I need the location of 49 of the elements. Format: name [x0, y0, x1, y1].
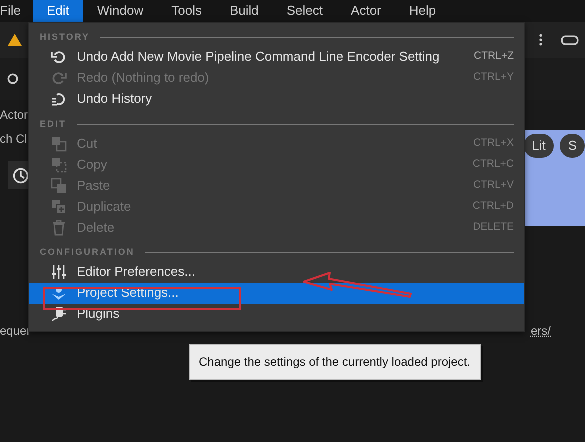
shortcut-label: CTRL+Y	[473, 70, 514, 86]
menu-item-label: Undo Add New Movie Pipeline Command Line Encoder Setting	[77, 48, 440, 66]
menu-bar-item[interactable]: Select	[272, 0, 338, 22]
copy-icon	[51, 156, 67, 172]
section-heading: CONFIGURATION	[40, 246, 135, 259]
view-chip[interactable]: S	[560, 134, 585, 158]
log-link[interactable]: ers/	[530, 322, 551, 340]
circle-icon	[6, 72, 20, 86]
trash-icon	[51, 220, 67, 236]
menu-bar-item[interactable]: Window	[83, 0, 158, 22]
duplicate-icon	[51, 198, 67, 214]
menu-item-label: Duplicate	[77, 198, 132, 216]
menu-bar-item[interactable]: Actor	[337, 0, 396, 22]
menu-item[interactable]: Undo History	[29, 88, 524, 110]
shortcut-label: DELETE	[473, 220, 514, 235]
shortcut-label: CTRL+V	[473, 178, 514, 193]
menu-item-label: Copy	[77, 156, 108, 174]
shortcut-label: CTRL+D	[472, 198, 514, 214]
menu-item-label: Redo (Nothing to redo)	[77, 69, 210, 88]
sliders-icon	[51, 264, 67, 280]
shortcut-label: CTRL+X	[473, 136, 514, 151]
undo-icon	[51, 49, 67, 65]
menu-bar-item[interactable]: Help	[395, 0, 450, 22]
log-text: equer	[0, 323, 31, 340]
cut-icon	[51, 136, 67, 152]
menu-item[interactable]: Editor Preferences...	[29, 262, 524, 282]
section-heading: HISTORY	[40, 31, 90, 44]
menu-bar-item[interactable]: Tools	[158, 0, 216, 22]
menu-item-label: Cut	[77, 134, 98, 153]
warning-icon	[6, 32, 24, 48]
menu-item[interactable]: Undo Add New Movie Pipeline Command Line Encoder Setting CTRL+Z	[29, 46, 524, 68]
menu-bar-item[interactable]: Build	[216, 0, 273, 22]
menu-item-label: Paste	[77, 176, 110, 195]
shortcut-label: CTRL+Z	[474, 49, 514, 64]
plug-icon	[51, 306, 67, 322]
menu-bar-item[interactable]: File	[0, 0, 33, 22]
menu-item-label: Editor Preferences...	[77, 263, 196, 282]
outliner-tab[interactable]: Actor	[0, 106, 28, 124]
shortcut-label: CTRL+C	[472, 156, 514, 172]
menu-item-label: Undo History	[77, 90, 152, 108]
paste-icon	[51, 178, 67, 194]
history-icon	[51, 91, 67, 107]
menu-bar-item[interactable]: Edit	[32, 0, 84, 22]
lit-mode-chip[interactable]: Lit	[524, 134, 554, 158]
redo-icon	[51, 70, 67, 86]
tooltip: Change the settings of the currently loaded project.	[189, 344, 480, 380]
menu-item-label: Delete	[77, 218, 115, 237]
section-heading: EDIT	[40, 118, 67, 130]
clock-icon	[12, 166, 30, 185]
